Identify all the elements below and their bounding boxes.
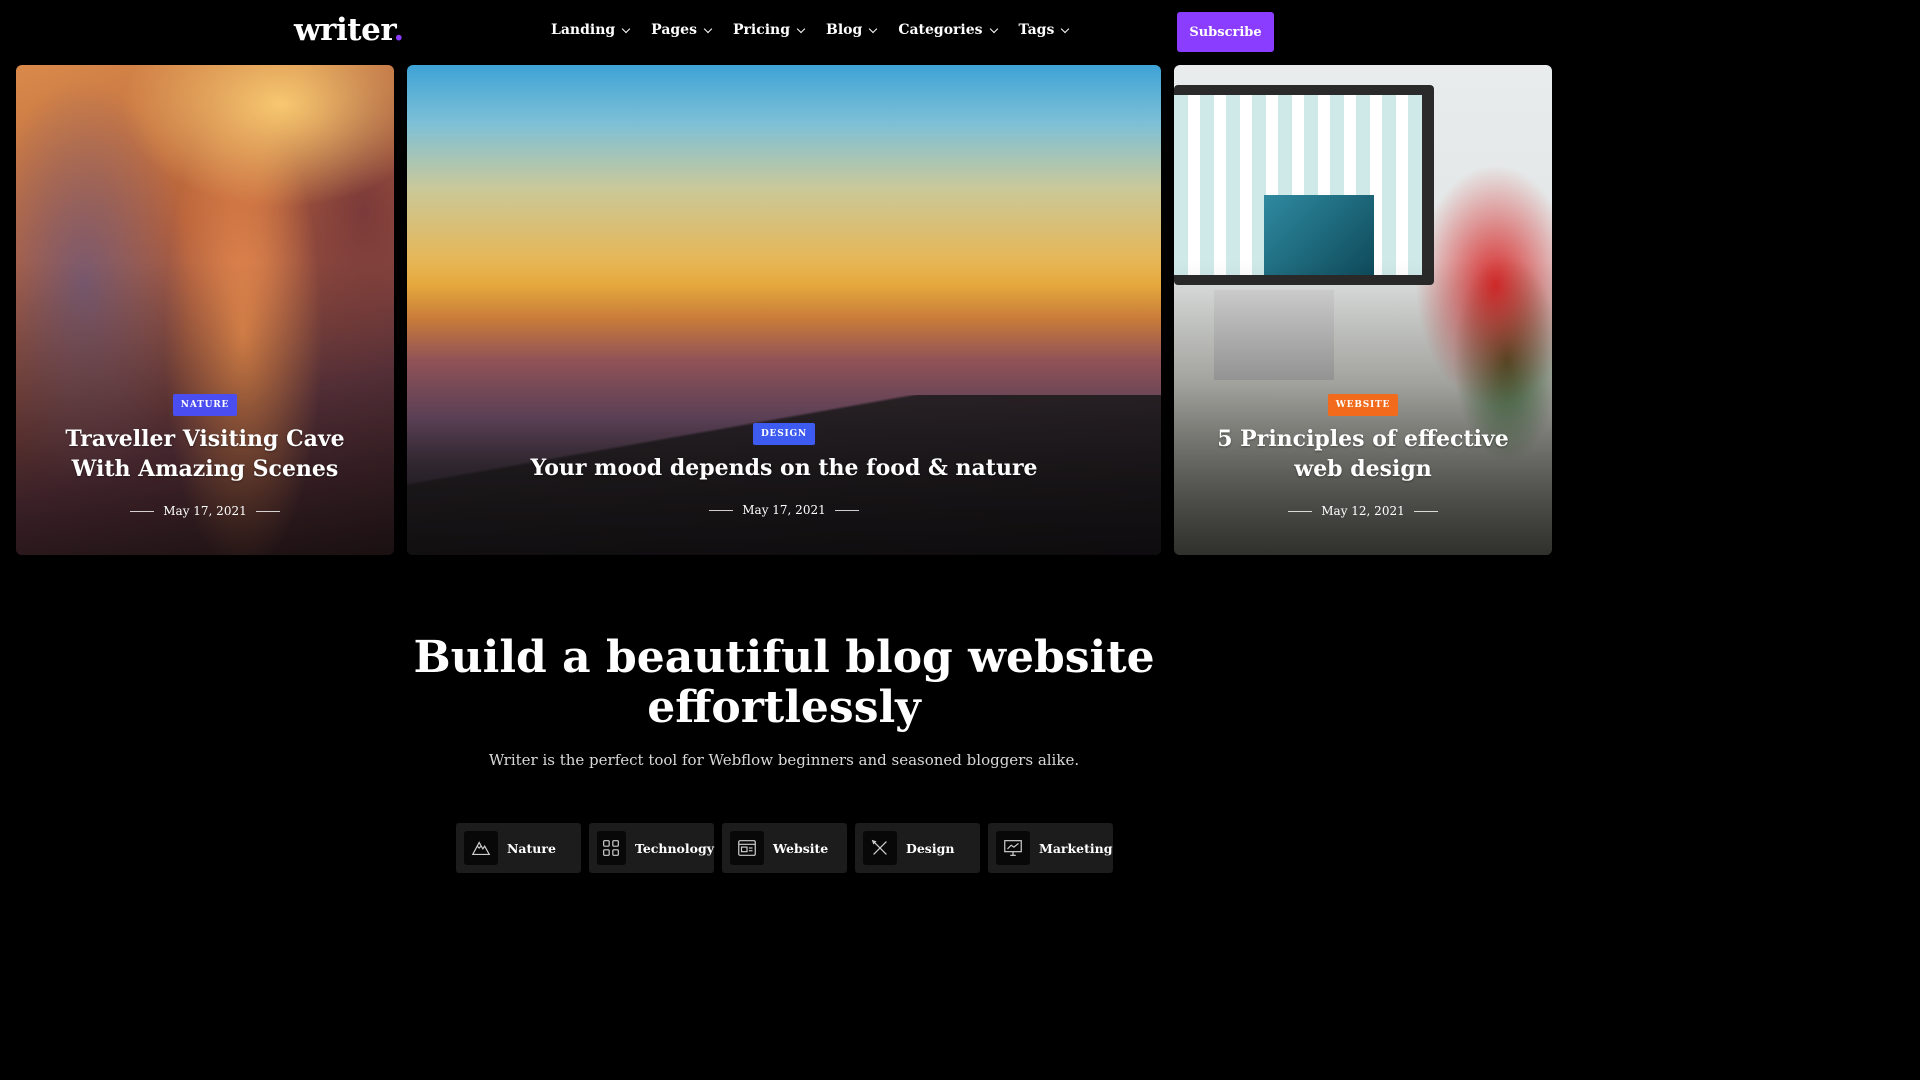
logo-text: writer: [294, 12, 394, 48]
menu-item-landing[interactable]: Landing: [551, 22, 631, 38]
card-title[interactable]: Traveller Visiting Cave With Amazing Sce…: [40, 424, 370, 484]
category-list: Nature Technology Website Design Marketi…: [456, 823, 1121, 873]
divider: [709, 509, 734, 511]
featured-card-3[interactable]: WEBSITE 5 Principles of effective web de…: [1174, 65, 1552, 555]
pen-ruler-icon: [863, 831, 897, 865]
chevron-down-icon: [621, 24, 631, 33]
menu-item-pricing[interactable]: Pricing: [732, 22, 806, 38]
menu-item-label: Blog: [826, 22, 863, 38]
category-label: Marketing: [1039, 840, 1113, 856]
category-chip-marketing[interactable]: Marketing: [988, 823, 1113, 873]
card-date: May 17, 2021: [700, 503, 867, 517]
hero-subtitle: Writer is the perfect tool for Webflow b…: [488, 751, 1080, 769]
hero-title-line-1: Build a beautiful blog website: [413, 632, 1155, 683]
mountain-icon: [464, 831, 498, 865]
category-label: Design: [906, 840, 955, 856]
category-label: Nature: [507, 840, 556, 856]
chevron-down-icon: [869, 24, 878, 33]
category-badge[interactable]: NATURE: [172, 394, 238, 416]
category-chip-website[interactable]: Website: [722, 823, 847, 873]
divider: [1413, 510, 1438, 512]
menu-item-label: Tags: [1018, 22, 1055, 38]
chevron-down-icon: [703, 24, 713, 33]
menu-item-label: Landing: [551, 22, 616, 38]
menu-item-label: Pricing: [732, 22, 791, 38]
menu-item-pages[interactable]: Pages: [651, 22, 713, 38]
category-chip-design[interactable]: Design: [855, 823, 980, 873]
card-content: NATURE Traveller Visiting Cave With Amaz…: [16, 394, 394, 518]
grid-icon: [597, 831, 626, 865]
chevron-down-icon: [989, 24, 998, 33]
featured-card-1[interactable]: NATURE Traveller Visiting Cave With Amaz…: [16, 65, 394, 555]
menu-item-blog[interactable]: Blog: [826, 22, 878, 38]
card-content: WEBSITE 5 Principles of effective web de…: [1174, 394, 1552, 518]
browser-icon: [730, 831, 764, 865]
date-text: May 17, 2021: [163, 504, 247, 518]
hero-title-line-2: effortlessly: [647, 682, 921, 733]
monitor-image: [1174, 85, 1434, 285]
logo-dot: .: [393, 12, 404, 48]
category-badge[interactable]: WEBSITE: [1327, 394, 1399, 416]
category-label: Technology: [634, 840, 714, 856]
card-title[interactable]: Your mood depends on the food & nature: [530, 453, 1037, 483]
date-text: May 17, 2021: [742, 503, 826, 517]
logo[interactable]: writer.: [294, 12, 404, 48]
divider: [130, 510, 155, 512]
presentation-icon: [996, 831, 1030, 865]
divider: [834, 509, 859, 511]
featured-card-2[interactable]: DESIGN Your mood depends on the food & n…: [407, 65, 1161, 555]
top-navigation: writer. Landing Pages Pricing Blog Categ…: [0, 0, 1568, 64]
main-menu: Landing Pages Pricing Blog Categories Ta…: [551, 22, 1090, 38]
category-label: Website: [773, 840, 829, 856]
divider: [255, 510, 280, 512]
chevron-down-icon: [796, 24, 806, 33]
card-content: DESIGN Your mood depends on the food & n…: [407, 423, 1161, 517]
date-text: May 12, 2021: [1321, 504, 1405, 518]
category-chip-nature[interactable]: Nature: [456, 823, 581, 873]
menu-item-tags[interactable]: Tags: [1018, 22, 1070, 38]
divider: [1288, 510, 1313, 512]
card-title[interactable]: 5 Principles of effective web design: [1198, 424, 1528, 484]
category-badge[interactable]: DESIGN: [752, 423, 816, 445]
card-date: May 17, 2021: [121, 504, 288, 518]
hero-title: Build a beautiful blog website effortless…: [0, 633, 1568, 733]
card-date: May 12, 2021: [1279, 504, 1446, 518]
menu-item-categories[interactable]: Categories: [898, 22, 998, 38]
menu-item-label: Pages: [651, 22, 697, 38]
subscribe-button[interactable]: Subscribe: [1177, 12, 1274, 52]
chevron-down-icon: [1061, 24, 1070, 33]
category-chip-technology[interactable]: Technology: [589, 823, 714, 873]
menu-item-label: Categories: [898, 22, 983, 38]
